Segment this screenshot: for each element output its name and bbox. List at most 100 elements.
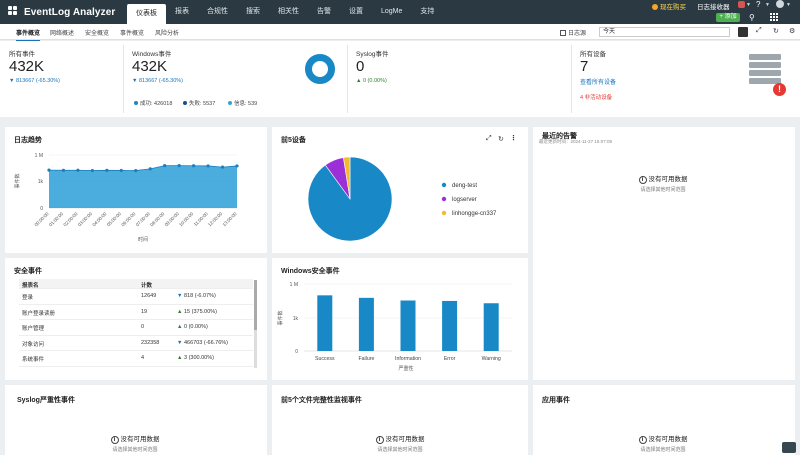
x-tick-label: Failure [358, 356, 374, 362]
data-point [206, 164, 210, 168]
export-icon[interactable] [738, 27, 748, 37]
table-scrollbar[interactable] [254, 280, 257, 368]
arrow-up-icon: ▲ [177, 355, 184, 361]
nav-alerts[interactable]: 告警 [308, 0, 340, 24]
info-icon: i [110, 436, 119, 444]
y-tick-label: 1k [293, 316, 299, 322]
y-axis-label: 事件数 [14, 173, 21, 188]
notification-icon[interactable] [738, 1, 745, 8]
log-trend-chart: 1 M 1k 0 事件数 00:00:0001:00:0002:00:0003:00:0… [14, 153, 239, 243]
gear-icon[interactable]: ⚙ [789, 27, 795, 35]
syslog-severity-title: Syslog严重性事件 [17, 397, 75, 404]
calendar-icon [560, 30, 566, 36]
x-tick-label: 03:00:00 [77, 211, 93, 227]
row-report-name: 系统事件 [22, 357, 45, 363]
nav-correlation[interactable]: 相关性 [269, 0, 308, 24]
log-collector-link[interactable]: 日志接收器 [697, 1, 730, 11]
search-icon[interactable]: ⚲ [749, 13, 755, 22]
tab-security-overview[interactable]: 安全概览 [85, 28, 109, 37]
data-point [47, 168, 51, 172]
table-row[interactable]: 对象访问 232358 ▼ 466703 (-66.76%) [19, 336, 253, 351]
x-tick-label: 02:00:00 [62, 211, 78, 227]
nav-reports[interactable]: 报表 [166, 0, 198, 24]
tab-network-overview[interactable]: 网络概述 [50, 28, 74, 37]
log-source-button[interactable]: 日志源 [560, 28, 586, 37]
help-icon[interactable]: ? [756, 0, 760, 9]
table-row[interactable]: 登录 12649 ▼ 818 (-6.07%) [19, 289, 253, 305]
legend-label: logserver [452, 197, 477, 203]
x-tick-label: Warning [482, 356, 501, 362]
fim-events-title: 前5个文件完整性监视事件 [281, 397, 362, 404]
table-row[interactable]: 账户管理 0 ▲ 0 (0.00%) [19, 320, 253, 336]
info-icon: i [638, 436, 647, 444]
app-title: EventLog Analyzer [24, 7, 116, 18]
row-count: 232358 [141, 339, 160, 346]
application-events-title: 应用事件 [542, 397, 570, 404]
tab-event-overview-2[interactable]: 事件概览 [120, 28, 144, 37]
arrow-down-icon: ▼ [177, 293, 184, 299]
tab-risk-analysis[interactable]: 风险分析 [155, 28, 179, 37]
all-devices-value: 7 [580, 58, 589, 75]
fullscreen-icon[interactable]: ⤢ [756, 27, 762, 35]
arrow-up-icon: ▲ [177, 308, 184, 315]
row-count: 4 [141, 355, 145, 361]
row-report-name: 账户登录读册 [22, 310, 56, 317]
x-tick-label: 07:00:00 [135, 211, 151, 227]
syslog-severity-empty: i 没有可用数据 请选择其他时间范围 [110, 436, 160, 453]
nav-support[interactable]: 支持 [411, 0, 443, 24]
y-tick-label: 0 [40, 206, 43, 212]
syslog-events-delta: ▲ 0 (0.00%) [356, 78, 387, 84]
data-point [163, 163, 167, 168]
data-point [90, 168, 94, 173]
nav-search[interactable]: 搜索 [237, 0, 269, 24]
windows-events-value: 432K [132, 58, 168, 75]
legend-failure: 失败: 5537 [183, 99, 215, 107]
legend-label: deng-test [452, 183, 477, 189]
row-change: ▼ 466703 (-66.76%) [177, 339, 229, 346]
fim-events-empty: i 没有可用数据 请选择其他时间范围 [375, 436, 425, 453]
all-devices-label: 所有设备 [580, 51, 606, 58]
x-axis-label: 时间 [138, 236, 148, 243]
tab-events-overview[interactable]: 事件概览 [16, 28, 41, 42]
app-grid-icon[interactable] [770, 13, 778, 21]
legend-info: 信息: 539 [228, 99, 257, 107]
table-row[interactable]: 账户登录读册 19 ▲ 15 (375.00%) [19, 305, 253, 320]
all-events-value: 432K [9, 58, 45, 75]
nav-settings[interactable]: 设置 [340, 0, 372, 24]
table-row[interactable]: 系统事件 4 ▲ 3 (300.00%) [19, 351, 253, 367]
y-tick-label: 0 [295, 349, 298, 355]
nav-dashboard[interactable]: 仪表板 [127, 4, 166, 24]
user-avatar-icon[interactable] [776, 0, 784, 8]
x-tick-label: 10:00:00 [178, 211, 194, 227]
x-tick-label: 00:00:00 [34, 211, 50, 227]
legend-label: linhongge-cn337 [452, 211, 497, 217]
refresh-icon[interactable]: ↻ [773, 27, 779, 35]
add-button[interactable]: + 添加 [716, 13, 740, 22]
date-range-select[interactable]: 今天 [599, 27, 730, 37]
x-tick-label: 05:00:00 [106, 211, 122, 227]
security-events-table: 报表名 计数 登录 12649 ▼ 818 (-6.07%) 账户登录读册 19 ▲ 15… [19, 279, 253, 367]
arrow-down-icon: ▼ [177, 339, 184, 346]
inactive-devices-text[interactable]: 4 非活动设备 [580, 93, 612, 101]
view-all-devices-link[interactable]: 查看所有设备 [580, 77, 616, 86]
info-icon: i [638, 176, 647, 184]
recent-alerts-empty: i 没有可用数据 请选择其他时间范围 [638, 176, 688, 193]
bar [317, 295, 333, 351]
chat-icon[interactable] [782, 442, 796, 453]
data-point [235, 164, 239, 168]
data-point [119, 168, 123, 173]
data-point [105, 168, 109, 172]
x-tick-label: 09:00:00 [164, 211, 180, 227]
x-tick-label: Information [395, 356, 421, 362]
windows-events-donut-chart [305, 54, 335, 84]
bar [400, 300, 416, 351]
syslog-events-label: Syslog事件 [356, 51, 389, 58]
x-tick-label: Success [315, 356, 335, 362]
buy-now-link[interactable]: 现在购买 [652, 1, 686, 11]
buy-now-label: 现在购买 [660, 4, 686, 11]
data-point [148, 167, 152, 171]
nav-logme[interactable]: LogMe [372, 0, 411, 24]
chevron-down-icon: ▼ [765, 2, 770, 8]
nav-compliance[interactable]: 合规性 [198, 0, 237, 24]
y-tick-label: 1 M [35, 153, 43, 159]
